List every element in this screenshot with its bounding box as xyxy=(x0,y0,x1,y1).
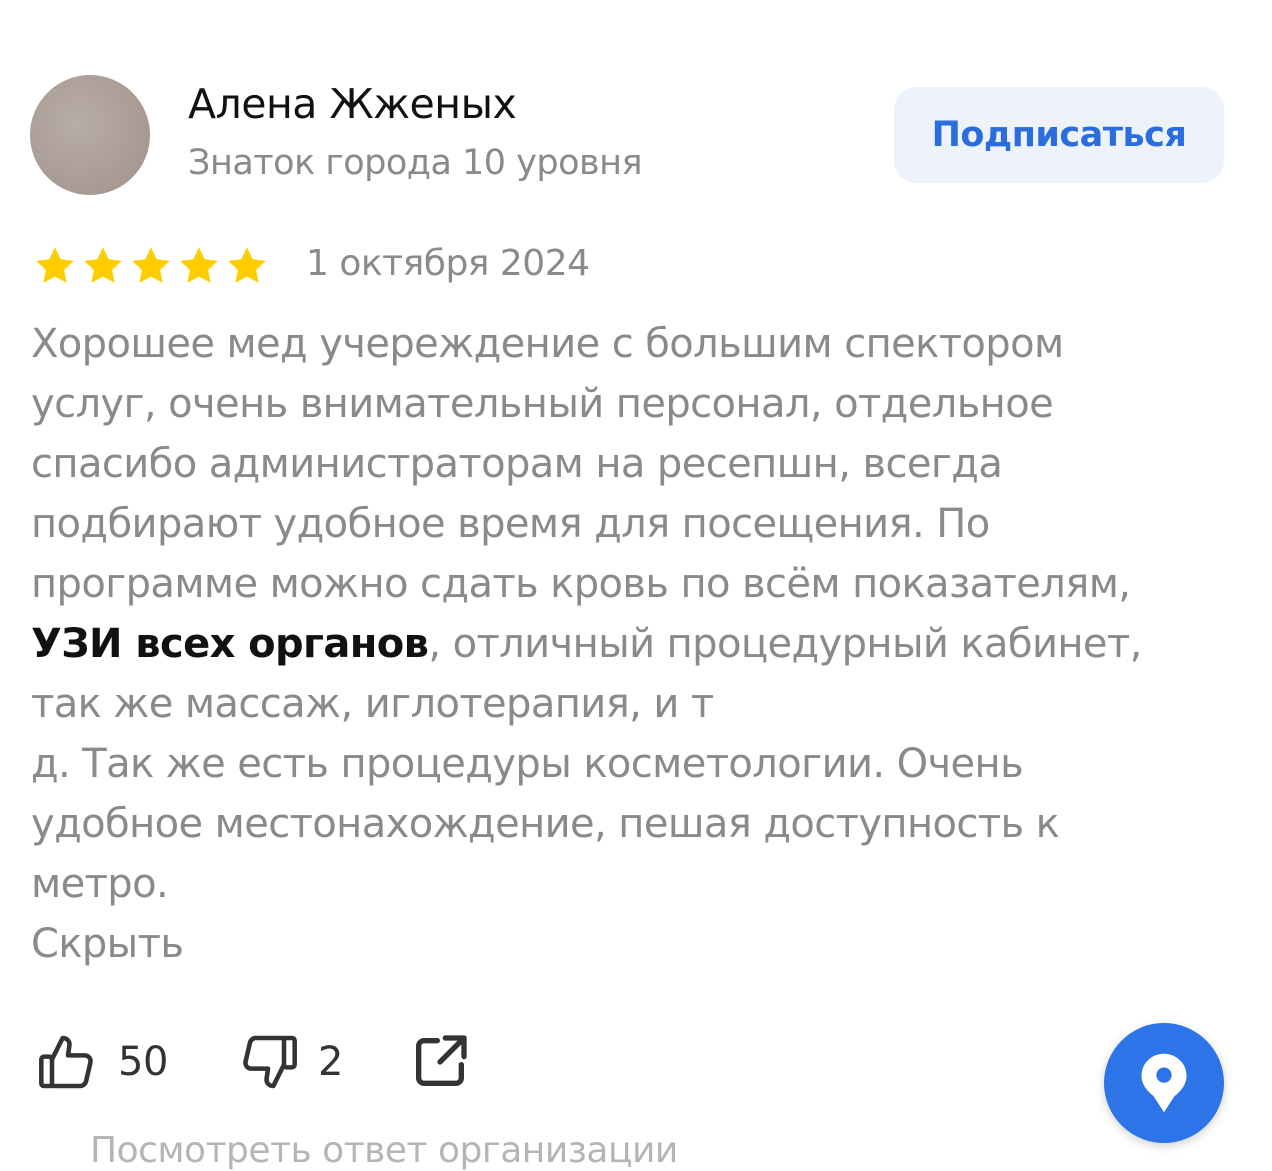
view-organization-reply-link[interactable]: Посмотреть ответ организации xyxy=(90,1130,678,1171)
star-icon xyxy=(228,247,266,283)
review-line: спасибо администраторам на ресепшн, всег… xyxy=(31,441,1003,487)
review-line: метро. xyxy=(31,861,169,907)
like-count: 50 xyxy=(118,1039,168,1085)
review-text: Хорошее мед учереждение с большим спекто… xyxy=(31,314,1251,914)
thumbs-down-icon xyxy=(243,1035,297,1089)
map-pin-button[interactable] xyxy=(1104,1023,1224,1143)
review-line: удобное местонахождение, пешая доступнос… xyxy=(31,801,1060,847)
review-line: УЗИ всех органов, отличный процедурный к… xyxy=(31,614,1251,674)
star-icon xyxy=(132,247,170,283)
review-line: д. Так же есть процедуры косметологии. О… xyxy=(31,741,1024,787)
rating-stars xyxy=(32,244,270,288)
author-name[interactable]: Алена Жженых xyxy=(188,80,517,128)
review-line: подбирают удобное время для посещения. П… xyxy=(31,501,990,547)
like-button[interactable]: 50 xyxy=(36,1030,168,1094)
avatar[interactable] xyxy=(30,75,150,195)
dislike-button[interactable]: 2 xyxy=(236,1030,343,1094)
review-line: так же массаж, иглотерапия, и т xyxy=(31,681,714,727)
review-line: услуг, очень внимательный персонал, отде… xyxy=(31,381,1054,427)
thumbs-up-icon xyxy=(39,1035,93,1089)
star-icon xyxy=(180,247,218,283)
map-pin-icon xyxy=(1141,1053,1187,1113)
share-icon xyxy=(416,1035,467,1086)
review-line-rest: , отличный процедурный кабинет, xyxy=(428,621,1142,667)
share-button[interactable] xyxy=(408,1030,472,1098)
author-level: Знаток города 10 уровня xyxy=(188,143,643,183)
hide-review-link[interactable]: Скрыть xyxy=(31,914,184,974)
star-icon xyxy=(84,247,122,283)
star-icon xyxy=(36,247,74,283)
review-keyword-highlight: УЗИ всех органов xyxy=(31,621,429,667)
review-line: Хорошее мед учереждение с большим спекто… xyxy=(31,321,1064,367)
review-line: программе можно сдать кровь по всём пока… xyxy=(31,561,1131,607)
dislike-count: 2 xyxy=(318,1039,343,1085)
subscribe-button[interactable]: Подписаться xyxy=(894,87,1224,183)
review-date: 1 октября 2024 xyxy=(306,243,590,284)
